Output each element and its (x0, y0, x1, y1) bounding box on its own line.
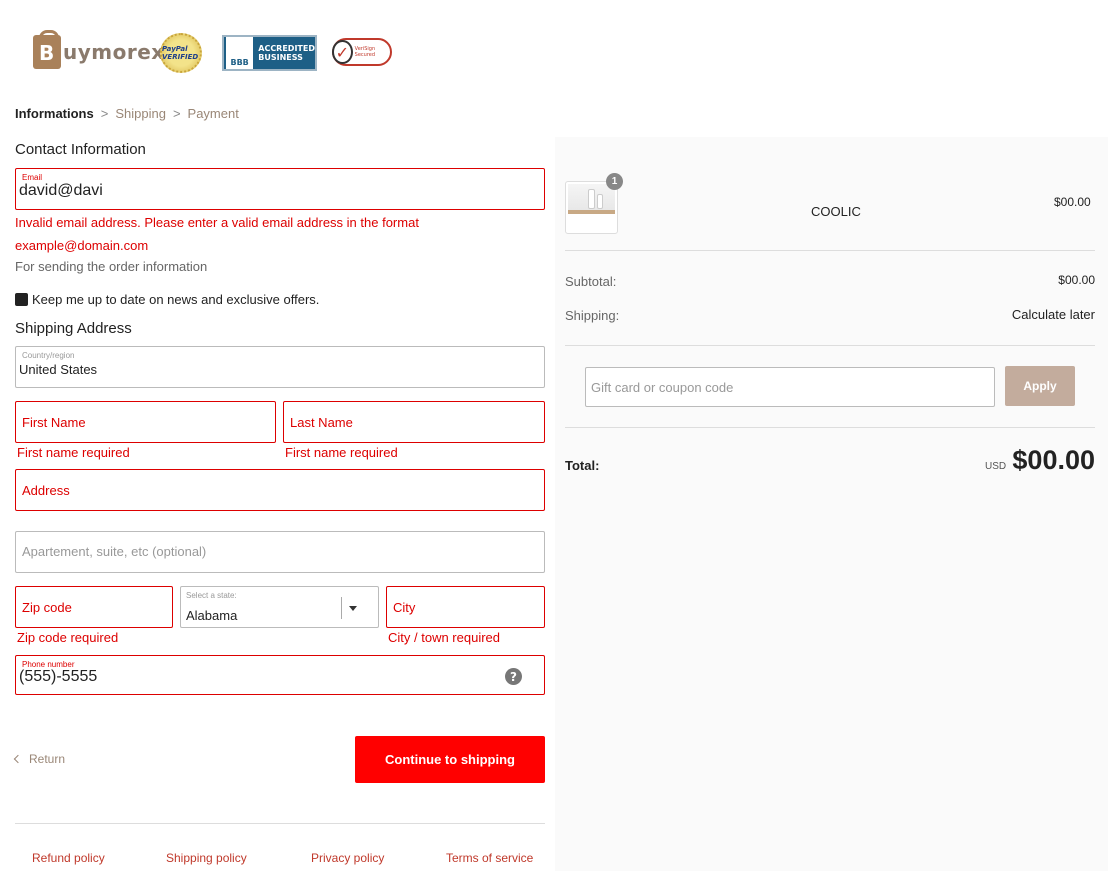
newsletter-checkbox[interactable] (15, 293, 28, 306)
zip-placeholder: Zip code (22, 600, 72, 615)
quantity-badge: 1 (606, 173, 623, 190)
address-placeholder: Address (22, 483, 70, 498)
currency-label: USD (985, 461, 1007, 472)
bbb-mark: BBB (226, 37, 254, 69)
product-price: $00.00 (1054, 195, 1091, 209)
bbb-text: ACCREDITED BUSINESS (258, 44, 315, 62)
state-select[interactable]: Select a state: Alabama (180, 586, 379, 628)
privacy-policy-link[interactable]: Privacy policy (311, 851, 384, 865)
apply-button[interactable]: Apply (1005, 366, 1075, 406)
state-label: Select a state: (186, 591, 237, 600)
bbb-line2: BUSINESS (258, 53, 303, 62)
first-name-error: First name required (17, 445, 130, 460)
total-value: $00.00 (1012, 445, 1095, 475)
return-label: Return (29, 752, 66, 766)
email-label: Email (22, 173, 43, 182)
total-label: Total: (565, 458, 600, 473)
phone-input[interactable]: Phone number (555)-5555 ? (15, 655, 545, 695)
refund-policy-link[interactable]: Refund policy (32, 851, 105, 865)
verisign-check-icon: ✓ (332, 40, 353, 64)
coupon-input[interactable] (585, 367, 995, 407)
bbb-line1: ACCREDITED (258, 44, 315, 53)
brand-name: uymorex (63, 40, 165, 64)
apartment-placeholder: Apartement, suite, etc (optional) (22, 544, 207, 559)
order-summary-panel (555, 137, 1108, 871)
paypal-seal-icon: PayPal VERIFIED (160, 33, 202, 73)
first-name-placeholder: First Name (22, 415, 86, 430)
continue-to-shipping-button[interactable]: Continue to shipping (355, 736, 545, 783)
email-field[interactable]: Email david@davi (15, 168, 545, 210)
country-value: United States (19, 362, 98, 377)
newsletter-label[interactable]: Keep me up to date on news and exclusive… (32, 292, 319, 307)
shipping-title: Shipping Address (15, 320, 132, 337)
email-value: david@davi (19, 182, 103, 199)
chevron-left-icon (13, 754, 23, 764)
bottle-icon (588, 189, 595, 209)
brand-bag-icon: B (33, 30, 61, 69)
product-image (568, 184, 615, 214)
verisign-seal: ✓ VeriSign Secured (332, 38, 392, 66)
brand-letter: B (39, 41, 55, 65)
verisign-text: VeriSign Secured (354, 46, 376, 58)
email-hint: For sending the order information (15, 259, 208, 274)
shipping-policy-link[interactable]: Shipping policy (166, 851, 247, 865)
footer-divider (15, 823, 545, 824)
product-name: COOLIC (811, 204, 861, 219)
summary-divider (565, 345, 1095, 346)
bottle-icon (597, 194, 603, 209)
state-value: Alabama (186, 608, 238, 623)
breadcrumb-informations: Informations (15, 106, 94, 121)
question-circle-icon[interactable]: ? (505, 668, 522, 685)
contact-title: Contact Information (15, 141, 146, 158)
select-divider (341, 597, 342, 619)
city-placeholder: City (393, 600, 416, 615)
brand-logo[interactable]: B uymorex (33, 30, 165, 71)
last-name-placeholder: Last Name (290, 415, 353, 430)
apartment-input[interactable]: Apartement, suite, etc (optional) (15, 531, 545, 573)
breadcrumb-shipping[interactable]: Shipping (115, 106, 166, 121)
shipping-label: Shipping: (565, 308, 620, 323)
summary-divider (565, 427, 1095, 428)
shipping-value: Calculate later (1011, 307, 1095, 322)
caret-down-icon[interactable] (349, 606, 357, 611)
last-name-input[interactable]: Last Name (283, 401, 545, 443)
address-input[interactable]: Address (15, 469, 545, 511)
bbb-logo-icon: BBB ACCREDITED BUSINESS (222, 35, 317, 71)
zip-input[interactable]: Zip code (15, 586, 173, 628)
last-name-error: First name required (285, 445, 398, 460)
email-error-example: example@domain.com (15, 238, 149, 253)
breadcrumb: Informations > Shipping > Payment (15, 106, 239, 121)
zip-error: Zip code required (17, 630, 119, 645)
breadcrumb-separator: > (172, 106, 181, 121)
email-error: Invalid email address. Please enter a va… (15, 215, 419, 230)
breadcrumb-separator: > (100, 106, 109, 121)
return-link[interactable]: Return (13, 752, 66, 766)
country-label: Country/region (22, 351, 75, 360)
phone-value: (555)-5555 (19, 668, 98, 685)
breadcrumb-payment[interactable]: Payment (188, 106, 239, 121)
subtotal-label: Subtotal: (565, 274, 617, 289)
country-select[interactable]: Country/region United States (15, 346, 545, 388)
summary-divider (565, 250, 1095, 251)
subtotal-value: $00.00 (1058, 273, 1095, 287)
terms-of-service-link[interactable]: Terms of service (446, 851, 533, 865)
first-name-input[interactable]: First Name (15, 401, 276, 443)
city-error: City / town required (388, 630, 500, 645)
city-input[interactable]: City (386, 586, 545, 628)
